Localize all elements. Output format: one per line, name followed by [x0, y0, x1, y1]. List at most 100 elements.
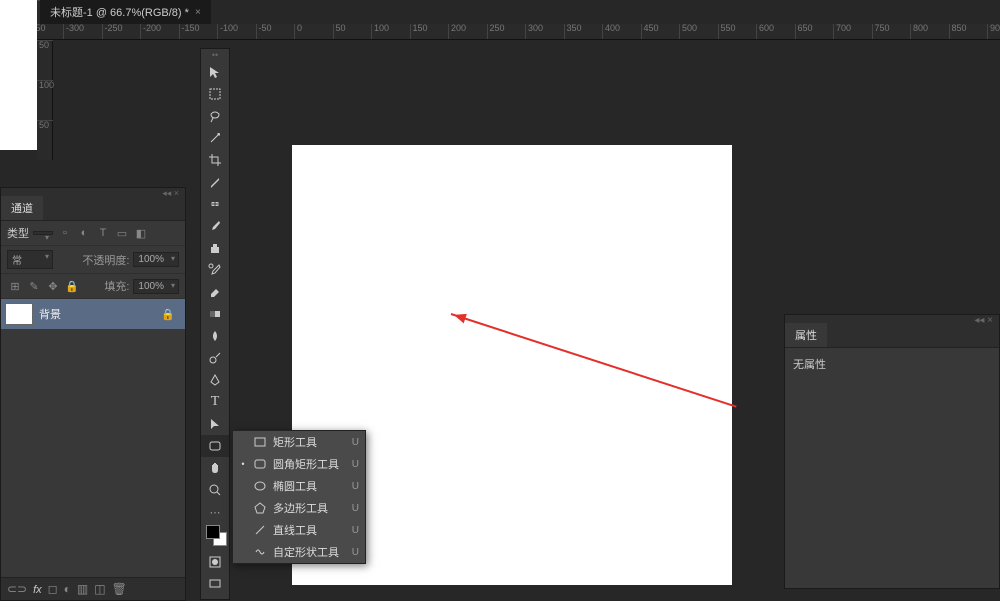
- ruler-tick: 150: [410, 24, 428, 40]
- custom-icon: [253, 545, 267, 559]
- filter-pixel-icon[interactable]: ▫: [57, 225, 73, 241]
- ruler-tick: -50: [256, 24, 272, 40]
- layer-name[interactable]: 背景: [39, 306, 155, 322]
- ruler-tick: -150: [179, 24, 200, 40]
- ruler-tick: 100: [371, 24, 389, 40]
- lasso-tool[interactable]: [201, 105, 229, 127]
- ruler-tick: 850: [949, 24, 967, 40]
- delete-layer-icon[interactable]: 🗑: [112, 582, 127, 596]
- flyout-item-polygon[interactable]: 多边形工具 U: [233, 497, 365, 519]
- clone-tool[interactable]: [201, 237, 229, 259]
- ruler-tick: 600: [756, 24, 774, 40]
- channels-tab[interactable]: 通道: [1, 196, 43, 220]
- fill-value[interactable]: 100%: [133, 279, 179, 294]
- ruler-tick: 450: [641, 24, 659, 40]
- pen-tool[interactable]: [201, 369, 229, 391]
- ruler-tick: 500: [679, 24, 697, 40]
- fill-label: 填充:: [104, 278, 129, 294]
- hand-tool[interactable]: [201, 457, 229, 479]
- flyout-item-ellipse[interactable]: 椭圆工具U: [233, 475, 365, 497]
- foreground-swatch[interactable]: [206, 525, 220, 539]
- filter-shape-icon[interactable]: ▭: [114, 225, 130, 241]
- filter-adjust-icon[interactable]: ◐: [76, 225, 92, 241]
- crop-tool[interactable]: [201, 149, 229, 171]
- type-tool[interactable]: T: [201, 391, 229, 413]
- flyout-item-line[interactable]: 直线工具 U: [233, 519, 365, 541]
- line-icon: [253, 523, 267, 537]
- tools-panel: •• T ⋯: [200, 48, 230, 600]
- flyout-shortcut: U: [352, 481, 359, 492]
- ruler-tick: 350: [564, 24, 582, 40]
- gradient-tool[interactable]: [201, 303, 229, 325]
- move-tool[interactable]: [201, 61, 229, 83]
- polygon-icon: [253, 501, 267, 515]
- filter-type-icon[interactable]: T: [95, 225, 111, 241]
- quick-mask-tool[interactable]: [201, 551, 229, 573]
- document-tab-bar: 未标题-1 @ 66.7%(RGB/8) * ×: [0, 0, 211, 24]
- flyout-label: 矩形工具: [273, 434, 346, 450]
- flyout-item-rect[interactable]: 矩形工具 U: [233, 431, 365, 453]
- layer-group-icon[interactable]: ▥: [77, 582, 88, 596]
- panel-grip[interactable]: ••: [201, 53, 229, 61]
- ruler-tick: -250: [102, 24, 123, 40]
- ruler-tick: 900: [987, 24, 1000, 40]
- flyout-shortcut: U: [352, 437, 359, 448]
- ruler-tick: -100: [217, 24, 238, 40]
- lock-pixel-icon[interactable]: ✎: [26, 278, 42, 294]
- blur-tool[interactable]: [201, 325, 229, 347]
- eraser-tool[interactable]: [201, 281, 229, 303]
- screen-mode-tool[interactable]: [201, 573, 229, 595]
- lock-all-icon[interactable]: ⊞: [7, 278, 23, 294]
- eyedropper-tool[interactable]: [201, 171, 229, 193]
- lock-pos-icon[interactable]: ✥: [45, 278, 61, 294]
- zoom-tool[interactable]: [201, 479, 229, 501]
- layers-panel: ◂◂ × 通道 类型 ▫ ◐ T ▭ ◧ 常 不透明度: 100% ⊞ ✎ ✥ …: [0, 187, 186, 601]
- layer-row-background[interactable]: 背景 🔒: [1, 299, 185, 329]
- link-layers-icon[interactable]: ⊂⊃: [7, 582, 27, 596]
- flyout-item-round-rect[interactable]: •圆角矩形工具U: [233, 453, 365, 475]
- layer-fx-icon[interactable]: fx: [33, 582, 42, 596]
- ruler-tick: 400: [602, 24, 620, 40]
- path-select-tool[interactable]: [201, 413, 229, 435]
- opacity-value[interactable]: 100%: [133, 252, 179, 267]
- dodge-tool[interactable]: [201, 347, 229, 369]
- doc-tab-title: 未标题-1 @ 66.7%(RGB/8) *: [50, 4, 189, 20]
- ruler-tick: 200: [448, 24, 466, 40]
- properties-tab[interactable]: 属性: [785, 323, 827, 347]
- misc-tool[interactable]: ⋯: [201, 501, 229, 523]
- layers-empty-area: [1, 329, 185, 577]
- horizontal-ruler: -400-350-300-250-200-150-100-50050100150…: [37, 24, 1000, 40]
- opacity-label: 不透明度:: [82, 252, 129, 268]
- flyout-label: 直线工具: [273, 522, 346, 538]
- document-tab[interactable]: 未标题-1 @ 66.7%(RGB/8) * ×: [40, 0, 211, 24]
- history-brush-tool[interactable]: [201, 259, 229, 281]
- adjustment-layer-icon[interactable]: ◐: [64, 582, 71, 596]
- layer-mask-icon[interactable]: ◻: [48, 582, 58, 596]
- blend-mode-dropdown[interactable]: 常: [7, 250, 53, 269]
- new-layer-icon[interactable]: ◫: [94, 582, 105, 596]
- kind-filter-dropdown[interactable]: [33, 231, 53, 235]
- layer-filter-icons: ▫ ◐ T ▭ ◧: [57, 225, 149, 241]
- layer-thumbnail[interactable]: [5, 303, 33, 325]
- color-swatches[interactable]: [201, 523, 229, 551]
- close-icon[interactable]: ×: [195, 7, 201, 18]
- ruler-tick: 300: [525, 24, 543, 40]
- healing-tool[interactable]: [201, 193, 229, 215]
- brush-tool[interactable]: [201, 215, 229, 237]
- shape-tool[interactable]: [201, 435, 229, 457]
- properties-empty-text: 无属性: [793, 359, 826, 371]
- marquee-tool[interactable]: [201, 83, 229, 105]
- ruler-tick: 750: [872, 24, 890, 40]
- panel-collapse-icon[interactable]: ◂◂ ×: [1, 188, 185, 196]
- flyout-shortcut: U: [352, 525, 359, 536]
- kind-label: 类型: [7, 225, 29, 241]
- magic-wand-tool[interactable]: [201, 127, 229, 149]
- properties-collapse-icon[interactable]: ◂◂ ×: [785, 315, 999, 323]
- flyout-shortcut: U: [352, 547, 359, 558]
- ruler-tick: 50: [333, 24, 346, 40]
- flyout-label: 多边形工具: [273, 500, 346, 516]
- flyout-shortcut: U: [352, 503, 359, 514]
- filter-smart-icon[interactable]: ◧: [133, 225, 149, 241]
- flyout-item-custom[interactable]: 自定形状工具U: [233, 541, 365, 563]
- lock-icon[interactable]: 🔒: [64, 278, 80, 294]
